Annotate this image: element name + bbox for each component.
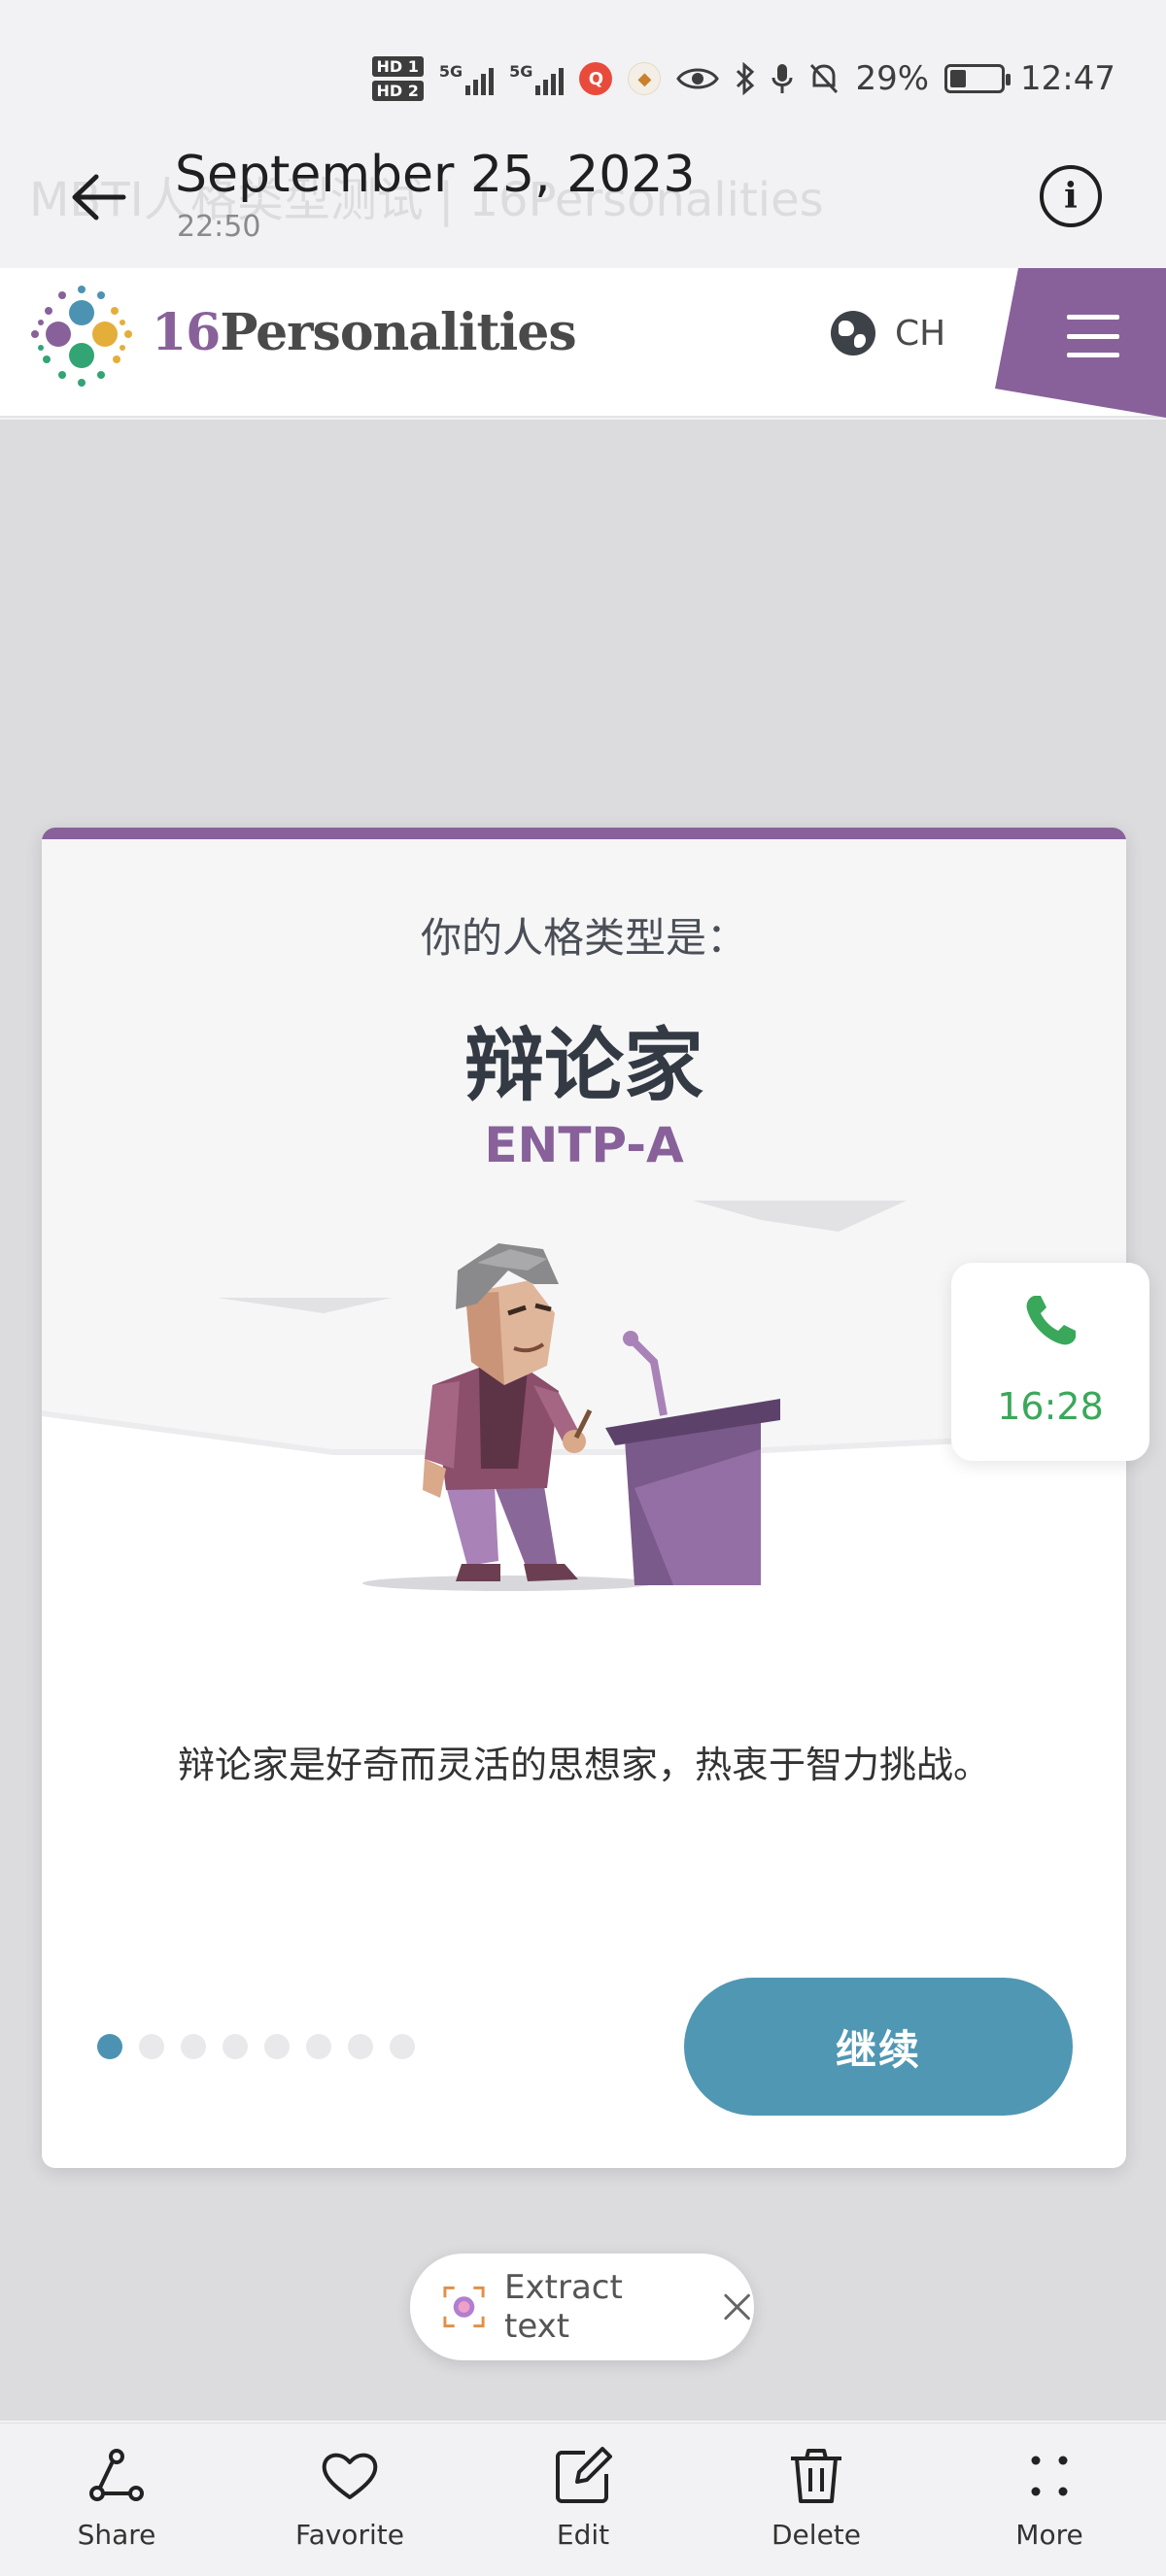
gallery-header: MBTI人格类型测试 | 16Personalities September 2… [0,126,1166,267]
battery-percent: 29% [855,59,930,98]
brand-number: 16 [152,303,221,362]
hamburger-icon [1067,315,1119,357]
bluetooth-icon [737,62,755,95]
personality-type-code: ENTP-A [484,1117,684,1173]
close-icon[interactable] [720,2289,754,2324]
language-code: CH [895,313,946,354]
photo-time: 22:50 [177,210,261,244]
status-icons: HD 1 HD 2 5G 5G Q ◆ 29% 12:47 [371,52,1115,105]
app-notification-icon-2: ◆ [628,62,662,95]
clock: 12:47 [1020,59,1115,98]
info-icon: i [1064,176,1078,217]
progress-dot [181,2034,206,2059]
progress-dot-active [97,2034,122,2059]
progress-dot [348,2034,373,2059]
floating-call-widget[interactable]: 16:28 [951,1263,1149,1461]
more-button[interactable]: More [962,2445,1137,2551]
mute-bell-icon [810,63,839,94]
extract-text-label: Extract text [504,2268,623,2346]
share-icon [89,2449,144,2501]
progress-dot [390,2034,415,2059]
globe-icon [831,311,875,356]
brand-name[interactable]: 16Personalities [152,303,577,362]
progress-dot [223,2034,248,2059]
site-navbar: 16Personalities CH [0,268,1166,418]
extract-text-icon [443,2286,485,2328]
extract-text-button[interactable]: Extract text [410,2254,754,2360]
battery-icon [944,64,1012,93]
favorite-label: Favorite [295,2519,404,2551]
delete-label: Delete [772,2519,861,2551]
share-button[interactable]: Share [29,2445,204,2551]
share-label: Share [77,2519,156,2551]
card-accent-bar [42,828,1126,839]
edit-button[interactable]: Edit [496,2445,670,2551]
delete-button[interactable]: Delete [729,2445,904,2551]
result-card: 你的人格类型是： 辩论家 ENTP-A 辩论家是好奇而灵活的思想家，热衷于智力挑… [42,828,1126,2168]
continue-button[interactable]: 继续 [684,1978,1073,2116]
signal-icon: 5G [438,62,495,95]
app-notification-icon: Q [579,62,613,95]
phone-icon [1026,1296,1076,1345]
heart-icon [322,2453,378,2499]
microphone-icon [772,64,793,93]
favorite-button[interactable]: Favorite [262,2445,437,2551]
progress-dots [97,2034,415,2059]
hd2-label: HD 2 [371,81,424,101]
call-duration: 16:28 [997,1385,1104,1428]
type-description: 辩论家是好奇而灵活的思想家，热衷于智力挑战。 [177,1744,990,1786]
signal-icon-2: 5G [509,62,565,95]
back-button[interactable] [64,163,132,231]
photo-date: September 25, 2023 [175,146,696,204]
progress-dot [264,2034,290,2059]
language-selector[interactable]: CH [831,311,945,356]
network-type-2: 5G [509,62,533,81]
more-label: More [1015,2519,1083,2551]
brand-word: Personalities [220,303,576,362]
edit-icon [556,2447,612,2503]
debater-illustration [217,1201,907,1591]
more-dots-icon [1031,2456,1068,2496]
eye-icon [676,68,720,89]
progress-dot [306,2034,331,2059]
hd-indicator: HD 1 HD 2 [371,56,424,101]
edit-label: Edit [556,2519,610,2551]
result-subtitle: 你的人格类型是： [420,914,747,962]
network-type-1: 5G [438,62,463,81]
progress-dot [139,2034,164,2059]
personality-type-name: 辩论家 [463,1020,703,1112]
bottom-toolbar: Share Favorite Edit Delete More [0,2423,1166,2576]
hd1-label: HD 1 [371,56,424,77]
menu-button[interactable] [995,268,1166,418]
site-logo-icon[interactable] [27,284,136,392]
trash-icon [791,2449,841,2503]
info-button[interactable]: i [1040,165,1102,227]
back-arrow-icon [72,174,126,220]
